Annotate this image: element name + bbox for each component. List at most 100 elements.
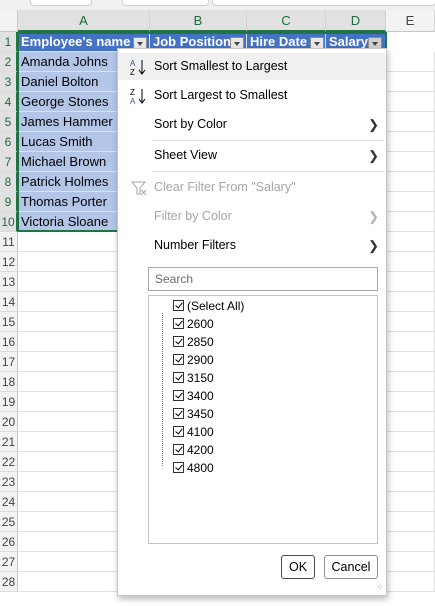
checkbox-checked-icon[interactable]: [173, 300, 184, 311]
tab-chip: [30, 0, 92, 6]
ok-button[interactable]: OK: [281, 555, 315, 579]
row-header[interactable]: 15: [0, 312, 18, 332]
row-header[interactable]: 16: [0, 332, 18, 352]
empty-cell[interactable]: [386, 52, 435, 72]
empty-cell[interactable]: [386, 232, 435, 252]
empty-cell[interactable]: [386, 412, 435, 432]
resize-grip-icon[interactable]: ⁘: [376, 582, 384, 593]
row-header[interactable]: 27: [0, 552, 18, 572]
checkbox-checked-icon[interactable]: [173, 408, 184, 419]
checkbox-checked-icon[interactable]: [173, 426, 184, 437]
chevron-right-icon: ❯: [368, 148, 379, 163]
filter-values-list[interactable]: (Select All) 2600 2850 2900 3150 3400 3450 4100…: [148, 295, 378, 544]
checkbox-checked-icon[interactable]: [173, 354, 184, 365]
checkbox-checked-icon[interactable]: [173, 318, 184, 329]
empty-cell[interactable]: [386, 112, 435, 132]
row-header[interactable]: 6: [0, 132, 18, 152]
chevron-right-icon: ❯: [368, 209, 379, 224]
empty-cell[interactable]: [386, 372, 435, 392]
empty-cell[interactable]: [386, 292, 435, 312]
checkbox-checked-icon[interactable]: [173, 372, 184, 383]
value-label: 3400: [187, 389, 214, 403]
checkbox-checked-icon[interactable]: [173, 462, 184, 473]
empty-cell[interactable]: [386, 272, 435, 292]
empty-cell[interactable]: [386, 252, 435, 272]
chevron-right-icon: ❯: [368, 238, 379, 253]
column-header-d[interactable]: D: [326, 10, 386, 32]
empty-cell[interactable]: [386, 552, 435, 572]
header-label: Job Position: [153, 34, 231, 49]
tab-chip: [212, 0, 435, 6]
row-header[interactable]: 10: [0, 212, 18, 232]
row-header[interactable]: 17: [0, 352, 18, 372]
empty-cell[interactable]: [386, 452, 435, 472]
header-label: Hire Date: [250, 34, 308, 49]
empty-cell[interactable]: [386, 312, 435, 332]
column-header-c[interactable]: C: [247, 10, 326, 32]
value-label: 2900: [187, 353, 214, 367]
row-header[interactable]: 13: [0, 272, 18, 292]
number-filters-item[interactable]: Number Filters ❯: [118, 232, 386, 259]
cancel-button[interactable]: Cancel: [324, 555, 378, 579]
row-header[interactable]: 2: [0, 52, 18, 72]
sort-by-color-item[interactable]: Sort by Color ❯: [118, 111, 386, 138]
empty-cell[interactable]: [386, 72, 435, 92]
sort-descending-item[interactable]: Z A Sort Largest to Smallest: [118, 82, 386, 109]
sheet-view-item[interactable]: Sheet View ❯: [118, 142, 386, 169]
row-header[interactable]: 20: [0, 412, 18, 432]
checkbox-checked-icon[interactable]: [173, 336, 184, 347]
row-header[interactable]: 5: [0, 112, 18, 132]
empty-cell[interactable]: [386, 392, 435, 412]
empty-cell[interactable]: [386, 152, 435, 172]
chevron-right-icon: ❯: [368, 117, 379, 132]
column-header-b[interactable]: B: [150, 10, 247, 32]
row-header[interactable]: 7: [0, 152, 18, 172]
filter-by-color-item[interactable]: Filter by Color ❯: [118, 203, 386, 230]
empty-cell[interactable]: [386, 492, 435, 512]
row-header[interactable]: 26: [0, 532, 18, 552]
empty-cell[interactable]: [386, 532, 435, 552]
filter-search-input[interactable]: Search: [148, 267, 378, 291]
checkbox-checked-icon[interactable]: [173, 390, 184, 401]
row-header[interactable]: 9: [0, 192, 18, 212]
sort-descending-icon: Z A: [130, 88, 146, 105]
column-header-e[interactable]: E: [386, 10, 435, 32]
row-header[interactable]: 28: [0, 572, 18, 592]
row-header[interactable]: 14: [0, 292, 18, 312]
menu-separator: [152, 171, 384, 172]
empty-cell[interactable]: [386, 172, 435, 192]
column-header-a[interactable]: A: [18, 10, 150, 32]
empty-cell[interactable]: [386, 192, 435, 212]
row-header[interactable]: 3: [0, 72, 18, 92]
empty-cell[interactable]: [386, 432, 435, 452]
row-header[interactable]: 8: [0, 172, 18, 192]
sort-descending-label: Sort Largest to Smallest: [154, 88, 288, 102]
empty-cell[interactable]: [386, 572, 435, 592]
empty-cell[interactable]: [386, 332, 435, 352]
row-header[interactable]: 23: [0, 472, 18, 492]
empty-cell[interactable]: [386, 92, 435, 112]
empty-cell[interactable]: [386, 212, 435, 232]
empty-cell[interactable]: [386, 132, 435, 152]
empty-cell[interactable]: [386, 352, 435, 372]
empty-cell[interactable]: [386, 472, 435, 492]
select-all-corner[interactable]: [0, 10, 18, 32]
row-header[interactable]: 21: [0, 432, 18, 452]
sort-ascending-icon: A Z: [130, 59, 146, 76]
row-header[interactable]: 19: [0, 392, 18, 412]
clear-filter-item[interactable]: Clear Filter From "Salary": [118, 174, 386, 201]
row-header[interactable]: 12: [0, 252, 18, 272]
row-header[interactable]: 11: [0, 232, 18, 252]
empty-cell[interactable]: [386, 512, 435, 532]
sort-by-color-label: Sort by Color: [154, 117, 227, 131]
row-header[interactable]: 25: [0, 512, 18, 532]
row-header[interactable]: 24: [0, 492, 18, 512]
tab-chip: [122, 0, 209, 6]
row-header[interactable]: 4: [0, 92, 18, 112]
row-header[interactable]: 1: [0, 32, 18, 52]
row-header[interactable]: 18: [0, 372, 18, 392]
checkbox-checked-icon[interactable]: [173, 444, 184, 455]
value-label: 2600: [187, 317, 214, 331]
sort-ascending-item[interactable]: A Z Sort Smallest to Largest: [118, 53, 386, 80]
row-header[interactable]: 22: [0, 452, 18, 472]
